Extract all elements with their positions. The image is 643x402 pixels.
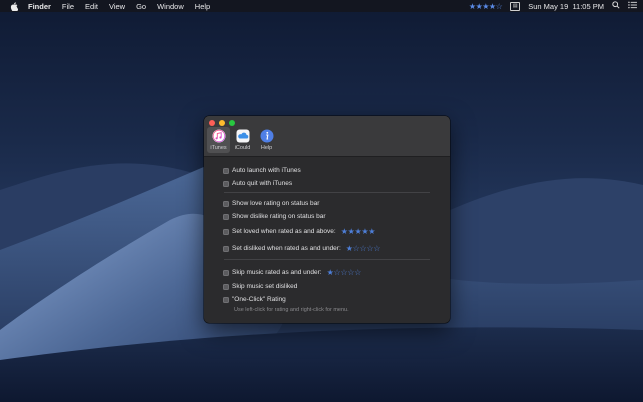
option-show-love[interactable]: Show love rating on status bar — [223, 200, 319, 207]
menu-bar: Finder File Edit View Go Window Help ★★★… — [0, 0, 643, 12]
window-titlebar[interactable]: iTunes iCould Help — [204, 116, 450, 157]
option-set-disliked[interactable]: Set disliked when rated as and under: ★☆… — [223, 244, 380, 253]
option-show-dislike[interactable]: Show dislike rating on status bar — [223, 213, 326, 220]
notification-center-icon[interactable] — [628, 1, 637, 11]
apple-icon[interactable] — [10, 1, 20, 11]
option-skip-disliked[interactable]: Skip music set disliked — [223, 283, 297, 290]
preferences-window: iTunes iCould Help Auto launch with iTun… — [204, 116, 450, 323]
close-button[interactable] — [209, 120, 215, 126]
auto-quit-label: Auto quit with iTunes — [232, 180, 293, 187]
skip-rated-label: Skip music rated as and under: — [232, 269, 322, 276]
set-disliked-checkbox[interactable] — [223, 245, 229, 252]
menu-go[interactable]: Go — [136, 2, 146, 11]
menu-edit[interactable]: Edit — [85, 2, 98, 11]
skip-disliked-label: Skip music set disliked — [232, 283, 298, 290]
skip-rated-rating[interactable]: ★☆☆☆☆ — [327, 268, 362, 277]
option-auto-quit[interactable]: Auto quit with iTunes — [223, 180, 292, 187]
separator — [224, 192, 430, 193]
menu-clock[interactable]: Sun May 19 11:05 PM — [528, 2, 604, 11]
skip-rated-checkbox[interactable] — [223, 269, 229, 276]
icloud-icon — [236, 129, 250, 143]
show-love-label: Show love rating on status bar — [232, 200, 320, 207]
set-loved-rating[interactable]: ★★★★★ — [341, 227, 376, 236]
one-click-hint: Use left-click for rating and right-clic… — [234, 307, 349, 313]
option-set-loved[interactable]: Set loved when rated as and above: ★★★★★ — [223, 227, 375, 236]
window-controls — [209, 120, 235, 126]
set-disliked-rating[interactable]: ★☆☆☆☆ — [346, 244, 381, 253]
menu-app-name[interactable]: Finder — [28, 2, 51, 11]
set-disliked-label: Set disliked when rated as and under: — [232, 245, 341, 252]
itunes-music-note-icon — [212, 129, 226, 143]
menu-window[interactable]: Window — [157, 2, 184, 11]
auto-launch-label: Auto launch with iTunes — [232, 167, 301, 174]
spotlight-search-icon[interactable] — [612, 1, 620, 11]
show-dislike-label: Show dislike rating on status bar — [232, 213, 326, 220]
set-loved-label: Set loved when rated as and above: — [232, 228, 336, 235]
skip-disliked-checkbox[interactable] — [223, 283, 229, 290]
rating-stars-icon[interactable]: ★★★★☆ — [469, 2, 503, 11]
show-love-checkbox[interactable] — [223, 200, 229, 207]
auto-quit-checkbox[interactable] — [223, 180, 229, 187]
tab-help[interactable]: Help — [255, 127, 278, 153]
menu-help[interactable]: Help — [195, 2, 210, 11]
menu-file[interactable]: File — [62, 2, 74, 11]
tab-icloud[interactable]: iCould — [231, 127, 254, 153]
option-skip-rated[interactable]: Skip music rated as and under: ★☆☆☆☆ — [223, 268, 361, 277]
auto-launch-checkbox[interactable] — [223, 167, 229, 174]
preferences-toolbar: iTunes iCould Help — [207, 127, 279, 153]
set-loved-checkbox[interactable] — [223, 228, 229, 235]
menu-extra-box-icon[interactable]: ▤ — [510, 1, 521, 11]
option-auto-launch[interactable]: Auto launch with iTunes — [223, 167, 301, 174]
info-icon — [260, 129, 274, 143]
tab-icloud-label: iCould — [234, 145, 251, 151]
minimize-button[interactable] — [219, 120, 225, 126]
one-click-label: "One-Click" Rating — [232, 296, 286, 303]
one-click-checkbox[interactable] — [223, 296, 229, 303]
tab-help-label: Help — [260, 145, 273, 151]
menu-view[interactable]: View — [109, 2, 125, 11]
tab-itunes-label: iTunes — [210, 145, 227, 151]
option-one-click[interactable]: "One-Click" Rating — [223, 296, 286, 303]
menu-bar-status-area: ★★★★☆ ▤ Sun May 19 11:05 PM — [469, 0, 637, 12]
zoom-button[interactable] — [229, 120, 235, 126]
separator — [224, 259, 430, 260]
tab-itunes[interactable]: iTunes — [207, 127, 230, 153]
show-dislike-checkbox[interactable] — [223, 213, 229, 220]
